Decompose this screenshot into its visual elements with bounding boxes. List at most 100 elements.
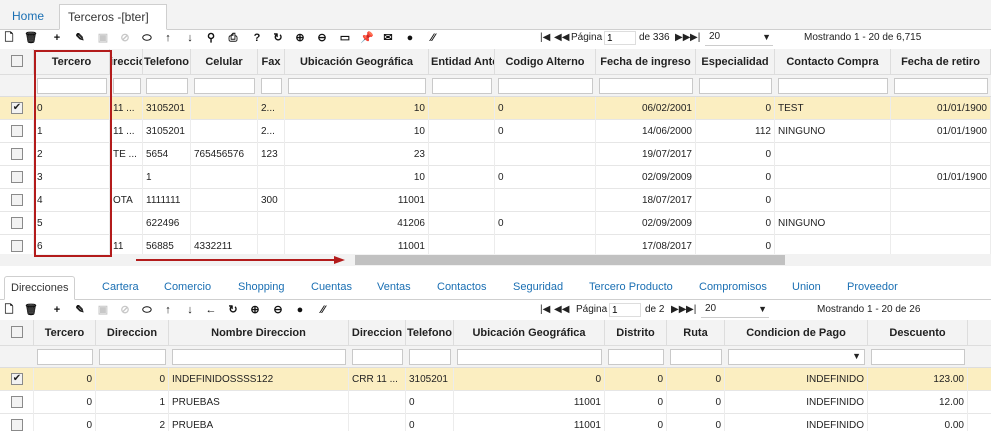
filter-ubicacion[interactable]: [457, 349, 602, 365]
row-checkbox[interactable]: ✔: [11, 102, 23, 114]
select-all-checkbox[interactable]: [11, 55, 23, 67]
zoom-out-icon[interactable]: ⊖: [271, 303, 285, 318]
col-fecha-ingreso[interactable]: Fecha de ingreso: [596, 49, 696, 75]
col-entidad[interactable]: Entidad Ante: [429, 49, 495, 75]
filter-distrito[interactable]: [608, 349, 664, 365]
print-icon[interactable]: ⎙: [226, 31, 240, 46]
filter-contacto-compra[interactable]: [778, 78, 888, 94]
edit-icon[interactable]: ✎: [73, 31, 87, 46]
add-icon[interactable]: +: [50, 31, 64, 46]
save-icon[interactable]: ▣: [96, 31, 110, 46]
row-checkbox[interactable]: [11, 419, 23, 431]
col-direccion-2[interactable]: Direccion: [349, 320, 406, 346]
first-page-icon[interactable]: |◀: [540, 304, 550, 315]
tab-direcciones[interactable]: Direcciones: [4, 276, 76, 300]
tab-cuentas[interactable]: Cuentas: [311, 276, 352, 300]
zoom-in-icon[interactable]: ⊕: [293, 31, 307, 46]
tab-shopping[interactable]: Shopping: [238, 276, 285, 300]
table-row[interactable]: 5 622496 41206 0 02/09/2009 0 NINGUNO: [0, 212, 991, 235]
left-arrow-icon[interactable]: ←: [204, 303, 218, 318]
first-page-icon[interactable]: |◀: [540, 32, 550, 43]
filter-especialidad[interactable]: [699, 78, 772, 94]
scrollbar-thumb[interactable]: [355, 255, 785, 265]
row-checkbox[interactable]: [11, 148, 23, 160]
page-input[interactable]: [604, 31, 636, 45]
tab-cartera[interactable]: Cartera: [102, 276, 139, 300]
last-page-icon[interactable]: ▶|: [690, 32, 700, 43]
cancel-icon[interactable]: ⊘: [118, 31, 132, 46]
delete-icon[interactable]: 🗑: [24, 303, 38, 318]
col-contacto-compra[interactable]: Contacto Compra: [775, 49, 891, 75]
rows-per-page-select[interactable]: 20 ▼: [701, 303, 769, 318]
filter-direccion[interactable]: [99, 349, 166, 365]
new-icon[interactable]: 🗋: [2, 303, 16, 318]
search-icon[interactable]: ⚲: [204, 31, 218, 46]
filter-celular[interactable]: [194, 78, 255, 94]
down-arrow-icon[interactable]: ↓: [183, 31, 197, 46]
col-fax[interactable]: Fax: [258, 49, 285, 75]
table-row[interactable]: ✔ 0 0 INDEFINIDOSSSS122 CRR 11 ... 3105201 0 0 0…: [0, 368, 991, 391]
row-checkbox[interactable]: ✔: [11, 373, 23, 385]
col-descuento[interactable]: Descuento: [868, 320, 968, 346]
col-tercero[interactable]: Tercero: [34, 320, 96, 346]
tab-proveedor[interactable]: Proveedor: [847, 276, 898, 300]
filter-direccion-2[interactable]: [352, 349, 403, 365]
tab-comercio[interactable]: Comercio: [164, 276, 211, 300]
save-icon[interactable]: ▣: [96, 303, 110, 318]
table-row[interactable]: 0 1 PRUEBAS 0 11001 0 0 INDEFINIDO 12.00: [0, 391, 991, 414]
info-icon[interactable]: ●: [403, 31, 417, 46]
filter-descuento[interactable]: [871, 349, 965, 365]
tab-ventas[interactable]: Ventas: [377, 276, 411, 300]
clear-icon[interactable]: ⬭: [140, 303, 154, 318]
row-checkbox[interactable]: [11, 396, 23, 408]
filter-telefono[interactable]: [409, 349, 451, 365]
filter-direccion[interactable]: [113, 78, 141, 94]
row-checkbox[interactable]: [11, 240, 23, 252]
filter-ubicacion[interactable]: [288, 78, 426, 94]
col-codigo-alterno[interactable]: Codigo Alterno: [495, 49, 596, 75]
tab-terceros[interactable]: Terceros -[bter] ×: [59, 4, 167, 48]
row-checkbox[interactable]: [11, 171, 23, 183]
row-checkbox[interactable]: [11, 194, 23, 206]
col-telefono[interactable]: Telefono: [406, 320, 454, 346]
last-page-icon[interactable]: ▶|: [686, 304, 696, 315]
edit-icon[interactable]: ✎: [73, 303, 87, 318]
tab-compromisos[interactable]: Compromisos: [699, 276, 767, 300]
new-icon[interactable]: 🗋: [2, 31, 16, 46]
resize-icon[interactable]: ⁄⁄: [426, 31, 440, 46]
row-checkbox[interactable]: [11, 125, 23, 137]
comment-icon[interactable]: ▭: [338, 31, 352, 46]
pin-icon[interactable]: 📌: [360, 31, 374, 46]
filter-condicion-pago[interactable]: ▼: [728, 349, 865, 365]
table-row[interactable]: 3 1 10 0 02/09/2009 0 01/01/1900: [0, 166, 991, 189]
next-page-icon[interactable]: ▶▶: [671, 304, 686, 315]
delete-icon[interactable]: 🗑: [24, 31, 38, 46]
select-all-checkbox[interactable]: [11, 326, 23, 338]
zoom-out-icon[interactable]: ⊖: [315, 31, 329, 46]
up-arrow-icon[interactable]: ↑: [161, 31, 175, 46]
resize-icon[interactable]: ⁄⁄: [316, 303, 330, 318]
filter-ruta[interactable]: [670, 349, 722, 365]
cancel-icon[interactable]: ⊘: [118, 303, 132, 318]
col-ubicacion[interactable]: Ubicación Geográfica: [454, 320, 605, 346]
filter-telefono[interactable]: [146, 78, 188, 94]
col-nombre-direccion[interactable]: Nombre Direccion: [169, 320, 349, 346]
col-condicion-pago[interactable]: Condicion de Pago: [725, 320, 868, 346]
help-icon[interactable]: ?: [250, 31, 264, 46]
prev-page-icon[interactable]: ◀◀: [554, 304, 569, 315]
refresh-icon[interactable]: ↻: [226, 303, 240, 318]
down-arrow-icon[interactable]: ↓: [183, 303, 197, 318]
tab-tercero-producto[interactable]: Tercero Producto: [589, 276, 673, 300]
mail-icon[interactable]: ✉: [381, 31, 395, 46]
info-icon[interactable]: ●: [293, 303, 307, 318]
tab-seguridad[interactable]: Seguridad: [513, 276, 563, 300]
tab-home[interactable]: Home: [4, 4, 54, 30]
tab-contactos[interactable]: Contactos: [437, 276, 487, 300]
filter-fax[interactable]: [261, 78, 282, 94]
col-celular[interactable]: Celular: [191, 49, 258, 75]
filter-fecha-ingreso[interactable]: [599, 78, 693, 94]
filter-entidad[interactable]: [432, 78, 492, 94]
page-input[interactable]: [609, 303, 641, 317]
col-distrito[interactable]: Distrito: [605, 320, 667, 346]
tab-union[interactable]: Union: [792, 276, 821, 300]
